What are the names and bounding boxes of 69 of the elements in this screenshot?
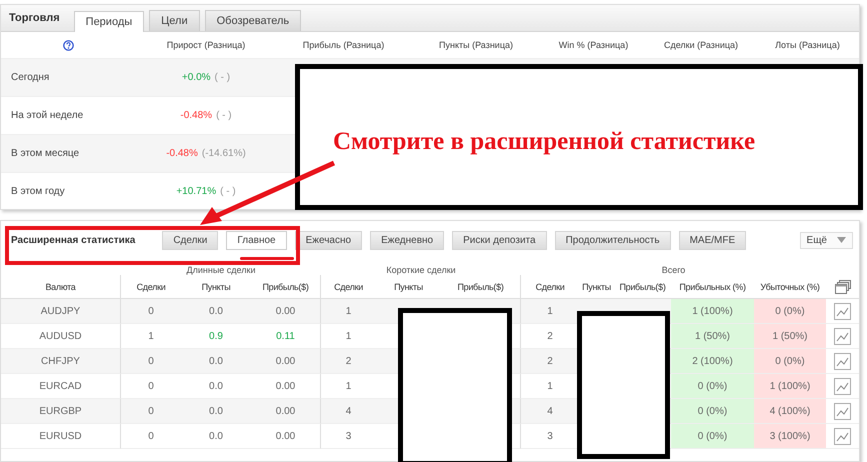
table-cell: 1 (100%): [671, 299, 754, 324]
table-cell: EURUSD: [1, 424, 121, 449]
table-cell: 0 (0%): [671, 424, 754, 449]
table-cell: 0.00: [251, 299, 321, 324]
more-dropdown[interactable]: Ещё: [800, 232, 853, 248]
table-cell: 0.0: [181, 399, 251, 424]
growth-value: -0.48%: [180, 110, 212, 121]
column-header: Лоты (Разница): [774, 39, 841, 52]
table-cell: 2: [321, 349, 376, 374]
table-cell: 1: [321, 299, 376, 324]
panel-title: Расширенная статистика: [11, 234, 136, 246]
column-header: Сделки (Разница): [662, 39, 740, 52]
tab[interactable]: Ежедневно: [370, 230, 444, 250]
table-cell: Сегодня: [1, 58, 136, 96]
table-cell: 0 (0%): [754, 299, 826, 324]
table-cell: 0.00: [251, 424, 321, 449]
growth-value: -0.48%: [166, 148, 198, 159]
column-header: Пункты (Разница): [438, 39, 514, 52]
tab[interactable]: Сделки: [162, 230, 218, 250]
table-cell: 4: [521, 399, 579, 424]
difference-value: ( - ): [214, 72, 230, 83]
table-cell: 0.0: [181, 299, 251, 324]
table-cell: 1 (50%): [671, 324, 754, 349]
table-cell: 3 (100%): [754, 424, 826, 449]
difference-value: ( - ): [216, 110, 232, 121]
tab[interactable]: Обозреватель: [204, 10, 302, 31]
table-cell: AUDJPY: [1, 299, 121, 324]
table-cell: 3: [321, 424, 376, 449]
table-cell: 0 (0%): [671, 399, 754, 424]
tab[interactable]: Ежечасно: [294, 230, 362, 250]
table-cell: 0: [121, 299, 181, 324]
table-cell: 4: [321, 399, 376, 424]
table-cell: CHFJPY: [1, 349, 121, 374]
table-cell: 2 (100%): [671, 349, 754, 374]
table-cell: 0.00: [251, 349, 321, 374]
table-cell: 0: [121, 399, 181, 424]
table-cell: 0: [121, 424, 181, 449]
table-cell: 2: [521, 349, 579, 374]
table-cell: 0: [121, 349, 181, 374]
table-cell: 1: [521, 299, 579, 324]
difference-value: ( - ): [220, 186, 236, 197]
group-header: Короткие сделки: [385, 264, 457, 275]
tab[interactable]: Риски депозита: [452, 230, 547, 250]
growth-value: +10.71%: [176, 186, 216, 197]
table-cell: 1 (100%): [754, 374, 826, 399]
table-cell: В этом году: [1, 172, 136, 210]
table-cell: 0 (0%): [754, 349, 826, 374]
column-header: Прибыль (Разница): [302, 39, 386, 52]
column-header: Прирост (Разница): [166, 39, 246, 52]
growth-value: +0.0%: [182, 72, 211, 83]
table-cell: 4 (100%): [754, 399, 826, 424]
table-cell: EURGBP: [1, 399, 121, 424]
tab[interactable]: Продолжительность: [554, 230, 671, 250]
tab[interactable]: MAE/MFE: [678, 230, 746, 250]
group-header: Всего: [660, 264, 686, 275]
table-cell: В этом месяце: [1, 134, 136, 172]
difference-value: (-14.61%): [202, 148, 246, 159]
column-header: Win % (Разница): [558, 39, 630, 52]
table-cell: 0.00: [251, 399, 321, 424]
annotation-text: Смотрите в расширенной статистике: [333, 128, 756, 156]
tab[interactable]: Главное: [226, 230, 287, 250]
table-cell: 0.0: [181, 424, 251, 449]
table-cell: 0 (0%): [671, 374, 754, 399]
table-cell: 1 (50%): [754, 324, 826, 349]
tab[interactable]: Периоды: [74, 11, 144, 32]
group-header: Длинные сделки: [186, 264, 256, 275]
panel-title: Торговля: [9, 12, 60, 24]
tab[interactable]: Цели: [149, 10, 200, 31]
table-cell: 0.0: [181, 349, 251, 374]
